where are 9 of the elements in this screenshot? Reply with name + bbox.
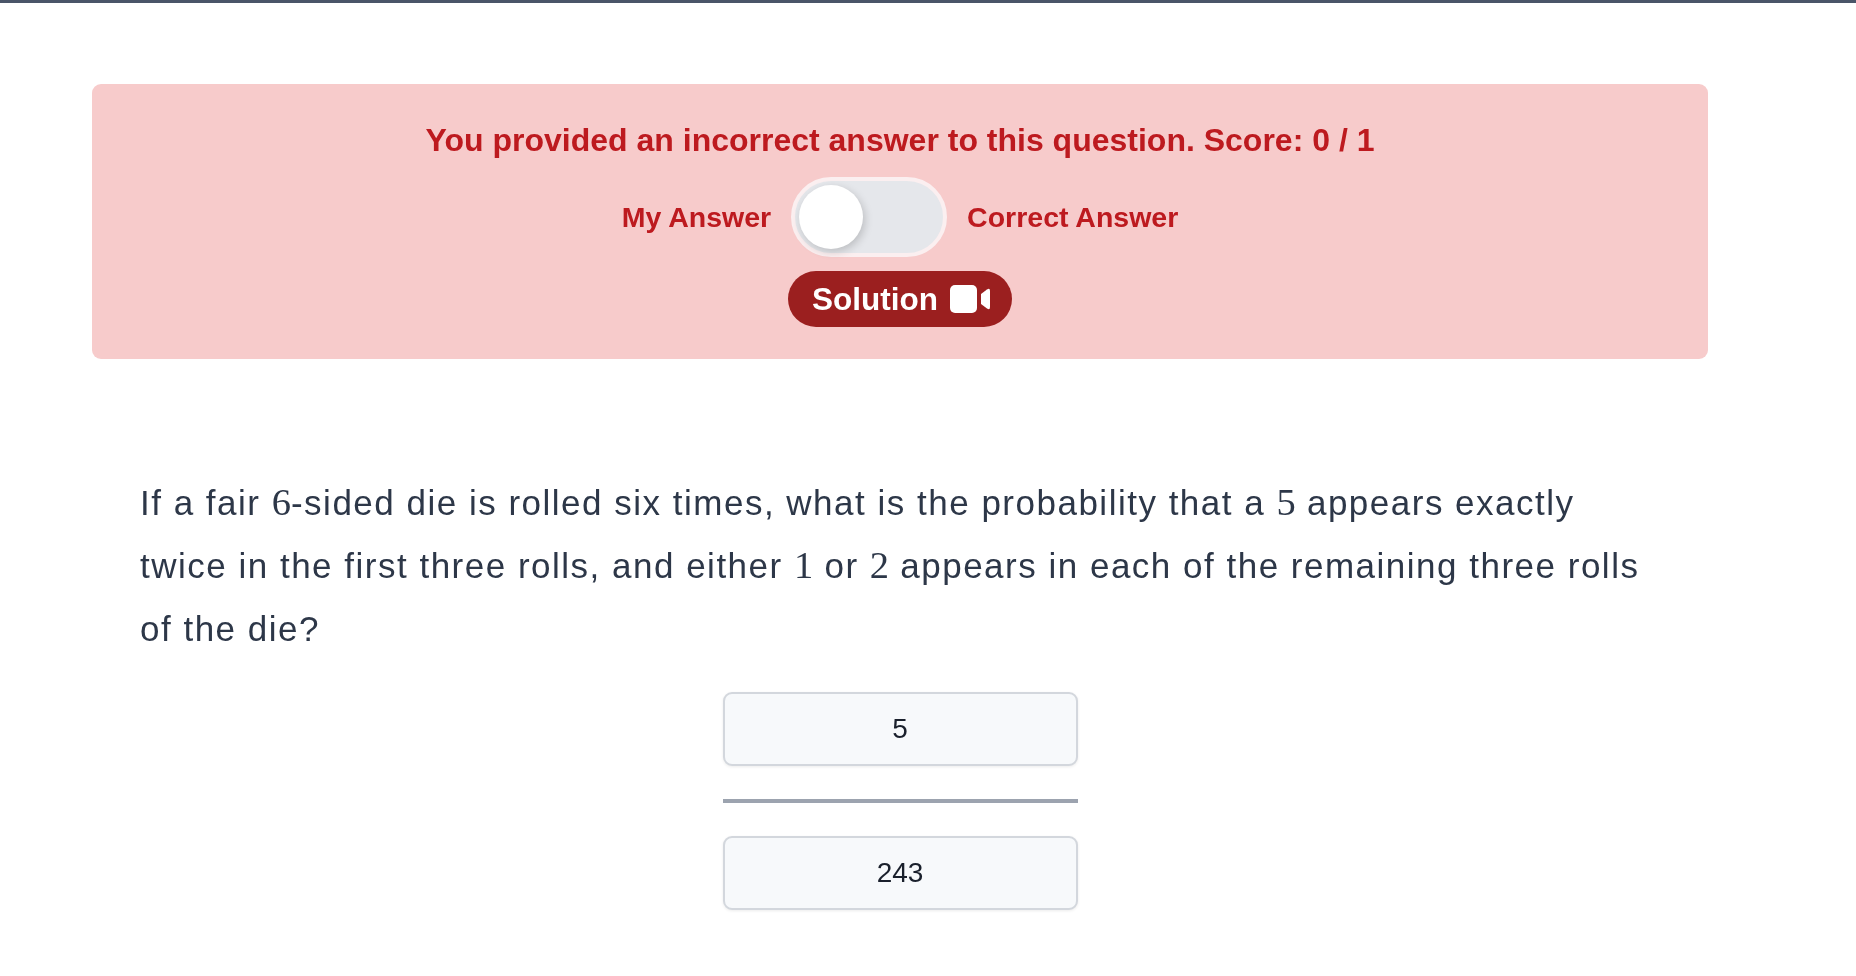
feedback-message: You provided an incorrect answer to this question. Score: 0 / 1 (424, 121, 1376, 159)
my-answer-label: My Answer (621, 200, 772, 234)
denominator-field[interactable]: 243 (722, 836, 1078, 910)
numerator-field[interactable]: 5 (722, 692, 1078, 766)
question-text: If a fair 6-sided die is rolled six times, what is the probability that a 5 appears exactly twice in the first three rolls, and either 1 or 2 appears in each of the remaining three rolls of the die? (140, 480, 1641, 650)
video-camera-icon (950, 285, 990, 313)
solution-button[interactable]: Solution (788, 271, 1012, 327)
toggle-knob[interactable] (799, 185, 864, 249)
correct-answer-label: Correct Answer (967, 200, 1179, 234)
